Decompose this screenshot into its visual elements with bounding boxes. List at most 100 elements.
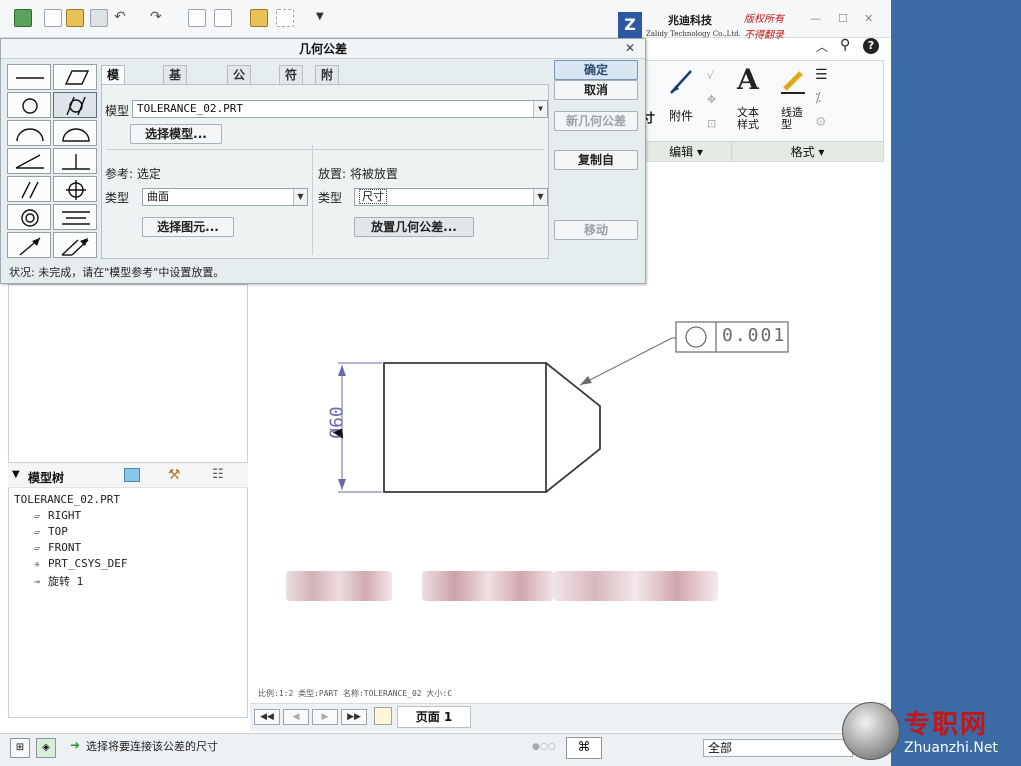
tree-item-front[interactable]: ▱ FRONT — [34, 541, 81, 554]
tab-additional-text[interactable]: 附加文本 — [315, 65, 340, 136]
first-page-icon[interactable]: ◀◀ — [254, 709, 280, 725]
tree-item-revolve[interactable]: ⊸ 旋转 1 — [34, 573, 83, 589]
place-tolerance-button[interactable]: 放置几何公差... — [354, 217, 474, 237]
watermark-en: Zhuanzhi.Net — [904, 740, 998, 756]
model-ref-panel: 模型 TOLERANCE_02.PRT ▼ 选择模型... 参考: 选定 类型 曲… — [101, 84, 549, 259]
tree-settings-icon[interactable]: ⚒ — [168, 467, 181, 483]
ribbon-panel: 寸 附件 √ ✥ ⊡ A 文本 样式 线造 型 ☰ ⁒ ⚙ 编辑 ▾ 格式 ▾ — [640, 60, 884, 162]
save-icon[interactable] — [90, 9, 108, 27]
tab-tolerance-value[interactable]: 公差值 — [227, 65, 252, 118]
tree-view-icon[interactable] — [124, 468, 140, 482]
new-tolerance-button[interactable]: 新几何公差 — [554, 111, 638, 131]
collapse-ribbon-icon[interactable]: ︿ — [816, 38, 828, 55]
straightness-icon[interactable] — [7, 64, 51, 90]
edit-small-icon-2[interactable]: ✥ — [707, 93, 721, 107]
concentricity-icon[interactable] — [7, 204, 51, 230]
edit-small-icon-1[interactable]: √ — [707, 69, 721, 83]
symmetry-icon[interactable] — [53, 204, 97, 230]
progress-dots-icon: ●○○ — [532, 742, 556, 752]
ref-type-select[interactable]: 曲面 ▼ — [142, 188, 308, 206]
total-runout-icon[interactable] — [53, 232, 97, 258]
circularity-icon[interactable] — [7, 92, 51, 118]
graphics-toggle-icon[interactable]: ◈ — [36, 738, 56, 758]
cancel-button[interactable]: 取消 — [554, 80, 638, 100]
maximize-icon[interactable]: ☐ — [838, 12, 848, 25]
tree-root[interactable]: TOLERANCE_02.PRT — [14, 493, 120, 506]
undo-icon[interactable]: ↶ — [114, 9, 132, 27]
group-edit[interactable]: 编辑 ▾ — [641, 141, 731, 161]
model-tree-title: 模型树 — [28, 471, 65, 485]
customize-toolbar-icon[interactable]: ▼ — [316, 9, 334, 27]
brand-z-icon: Z — [618, 12, 642, 38]
tab-model-ref[interactable]: 模型参考 — [101, 65, 126, 136]
model-select[interactable]: TOLERANCE_02.PRT ▼ — [132, 100, 548, 118]
format-small-icon-2[interactable]: ⁒ — [815, 91, 821, 106]
last-page-icon[interactable]: ▶▶ — [341, 709, 367, 725]
text-style-label[interactable]: 文本 样式 — [737, 107, 759, 131]
select-model-button[interactable]: 选择模型... — [130, 124, 222, 144]
ref-type-value: 曲面 — [147, 190, 169, 203]
flatness-icon[interactable] — [53, 64, 97, 90]
format-small-icon-1[interactable]: ☰ — [815, 67, 828, 83]
chevron-down-icon[interactable]: ▼ — [533, 189, 547, 205]
windows-icon[interactable] — [214, 9, 232, 27]
move-button[interactable]: 移动 — [554, 220, 638, 240]
edit-small-icon-3[interactable]: ⊡ — [707, 117, 721, 131]
ref-type-label: 类型 — [105, 191, 130, 205]
ok-button[interactable]: 确定 — [554, 60, 638, 80]
angularity-icon[interactable] — [7, 148, 51, 174]
position-icon[interactable] — [53, 176, 97, 202]
attach-icon[interactable] — [667, 67, 697, 97]
open-file-icon[interactable] — [66, 9, 84, 27]
chevron-down-icon[interactable]: ▼ — [533, 101, 547, 117]
geometric-tolerance-dialog: 几何公差 ✕ 模型参考 基准参考 公差值 符号 附加文本 模型 — [0, 38, 646, 284]
tree-item-right[interactable]: ▱ RIGHT — [34, 509, 81, 522]
brand-name-cn: 兆迪科技 — [668, 14, 712, 27]
minimize-icon[interactable]: — — [810, 12, 821, 25]
surface-profile-icon[interactable] — [53, 120, 97, 146]
tree-item-top[interactable]: ▱ TOP — [34, 525, 68, 538]
attach-label[interactable]: 附件 — [669, 107, 693, 124]
circular-runout-icon[interactable] — [7, 232, 51, 258]
place-type-select[interactable]: 尺寸 ▼ — [354, 188, 548, 206]
tree-columns-icon[interactable]: ☷ — [212, 467, 224, 482]
fcf-value: 0.001 — [722, 325, 787, 346]
chevron-down-icon[interactable]: ▼ — [293, 189, 307, 205]
copy-from-button[interactable]: 复制自 — [554, 150, 638, 170]
close-window-icon[interactable]: ✕ — [864, 12, 873, 25]
prev-page-icon[interactable]: ◀ — [283, 709, 309, 725]
new-file-icon[interactable] — [44, 9, 62, 27]
format-small-icon-3[interactable]: ⚙ — [815, 115, 827, 130]
line-profile-icon[interactable] — [7, 120, 51, 146]
select-box-icon[interactable] — [276, 9, 294, 27]
redo-icon[interactable]: ↷ — [150, 9, 168, 27]
dialog-close-icon[interactable]: ✕ — [625, 41, 635, 55]
next-page-icon[interactable]: ▶ — [312, 709, 338, 725]
cylindricity-icon[interactable] — [53, 92, 97, 118]
tab-datum-ref[interactable]: 基准参考 — [163, 65, 188, 136]
tab-symbol[interactable]: 符号 — [279, 65, 304, 100]
folder-icon[interactable] — [250, 9, 268, 27]
group-format[interactable]: 格式 ▾ — [731, 141, 883, 161]
text-style-icon[interactable]: A — [737, 63, 759, 96]
app-menu-icon[interactable] — [14, 9, 32, 27]
tree-collapse-icon[interactable]: ▼ — [12, 469, 20, 480]
search-icon[interactable]: ⚲ — [840, 37, 850, 53]
parallelism-icon[interactable] — [7, 176, 51, 202]
line-style-label[interactable]: 线造 型 — [781, 107, 803, 131]
tree-item-csys[interactable]: ✳ PRT_CSYS_DEF — [34, 557, 127, 570]
selection-filter[interactable]: 全部 — [703, 739, 853, 757]
regenerate-icon[interactable] — [188, 9, 206, 27]
page-tab[interactable]: 页面 1 — [397, 706, 471, 728]
new-page-icon[interactable] — [374, 707, 392, 725]
find-icon[interactable]: ⌘ — [566, 737, 602, 759]
perpendicularity-icon[interactable] — [53, 148, 97, 174]
status-message: 选择将要连接该公差的尺寸 — [86, 740, 218, 753]
select-entity-button[interactable]: 选择图元... — [142, 217, 234, 237]
diameter-dimension[interactable]: Ø60 — [327, 400, 348, 446]
line-style-icon[interactable] — [779, 67, 807, 95]
help-icon[interactable]: ? — [863, 38, 879, 54]
brand-name-en: Zalidy Technology Co.,Ltd. — [646, 30, 741, 38]
tree-toggle-icon[interactable]: ⊞ — [10, 738, 30, 758]
message-arrow-icon: ➜ — [70, 738, 81, 752]
